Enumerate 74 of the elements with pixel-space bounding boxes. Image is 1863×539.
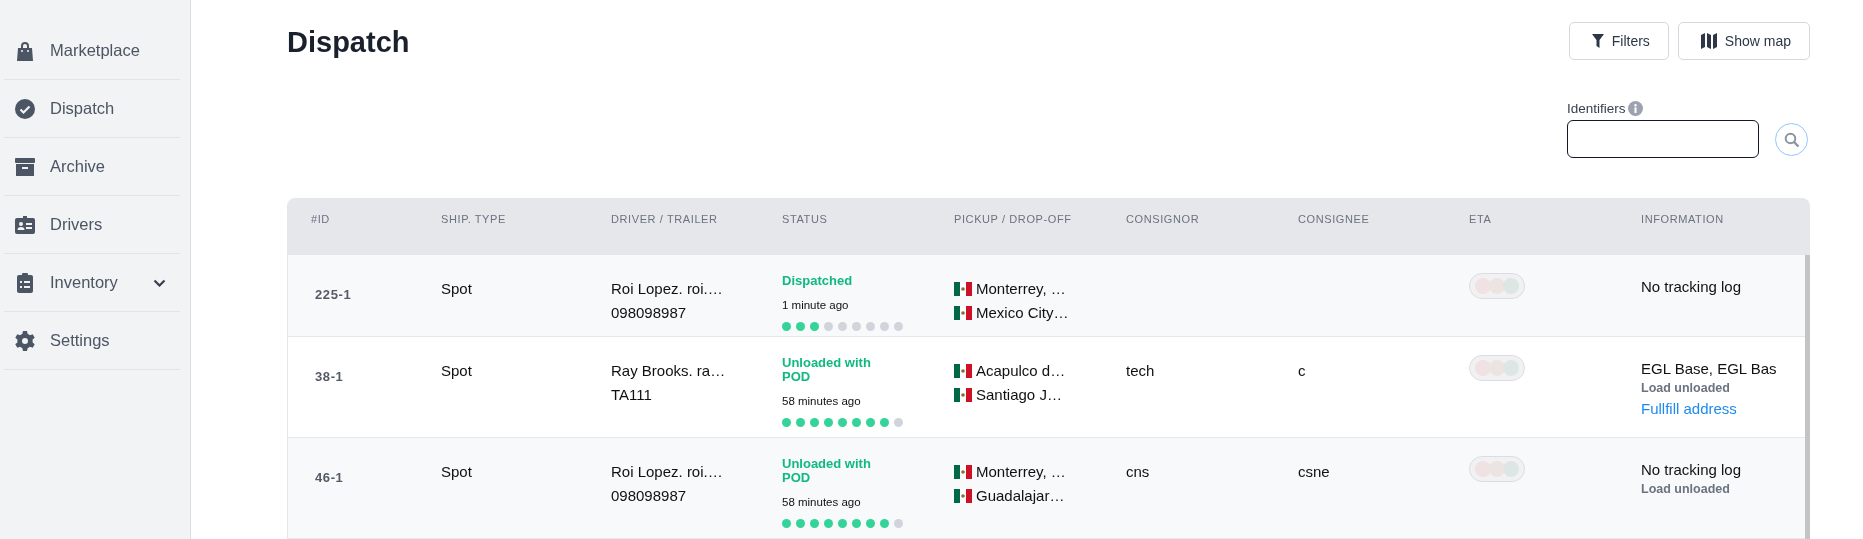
clipboard-icon [17,272,33,293]
driver-name: Ray Brooks. ra… [611,361,727,381]
info-note: Load unloaded [1641,481,1731,498]
info-text: No tracking log [1641,277,1743,297]
column-header: INFORMATION [1641,213,1724,225]
column-header: CONSIGNOR [1126,213,1200,225]
flag-icon [954,388,972,402]
dropoff-location: Guadalajar… [976,486,1065,506]
column-header: DRIVER / TRAILER [611,213,718,225]
table-cell: Spot [441,463,472,480]
sidebar-item[interactable]: Marketplace [4,22,180,80]
status-time: 58 minutes ago [782,395,861,407]
pickup-location: Monterrey, … [976,279,1066,299]
eta-light-icon [1469,355,1525,381]
status-time: 1 minute ago [782,299,849,311]
status-label: Unloaded with POD [782,356,872,384]
eta-light-icon [1469,456,1525,482]
info-note: Load unloaded [1641,380,1731,397]
pickup-location: Monterrey, … [976,462,1066,482]
toolbar-button[interactable]: Show map [1677,22,1810,60]
table-cell: 38-1 [315,369,344,384]
column-header: PICKUP / DROP-OFF [954,213,1072,225]
flag-icon [954,282,972,296]
driver-name: Roi Lopez. roi.… [611,279,724,299]
sidebar-item[interactable]: Dispatch [4,80,180,138]
column-header: SHIP. TYPE [441,213,506,225]
flag-icon [954,489,972,503]
status-label: Dispatched [782,274,854,288]
settings-icon [15,330,35,351]
pickup-location: Acapulco d… [976,361,1066,381]
search-icon [1783,131,1800,148]
table-cell: cns [1126,463,1150,480]
dropoff-location: Santiago J… [976,385,1062,405]
table-cell: c [1298,362,1306,379]
address-link[interactable]: Fullfill address [1641,398,1737,419]
driver-name: Roi Lopez. roi.… [611,462,724,482]
table-cell: Spot [441,280,472,297]
column-header: STATUS [782,213,828,225]
table-cell: 46-1 [315,470,344,485]
id-badge-icon [15,215,35,234]
sidebar-item[interactable]: Settings [4,312,180,370]
field-label: Identifiers [1567,101,1626,116]
eta-light-icon [1469,273,1525,299]
flag-icon [954,364,972,378]
column-header: ETA [1469,213,1492,225]
archive-box-icon [15,157,35,176]
status-time: 58 minutes ago [782,496,861,508]
sidebar-item[interactable]: Archive [4,138,180,196]
table-cell: Spot [441,362,472,379]
flag-icon [954,306,972,320]
trailer-number: TA111 [611,385,653,405]
column-header: #ID [311,213,330,225]
table-cell: csne [1298,463,1330,480]
info-text: EGL Base, EGL Bas [1641,359,1778,379]
search-field[interactable] [1567,120,1759,158]
info-text: No tracking log [1641,460,1743,480]
sidebar-item[interactable]: Drivers [4,196,180,254]
page-title: Dispatch [287,26,410,59]
table-cell: 225-1 [315,287,352,302]
trailer-number: 098098987 [611,486,688,506]
info-icon [1627,101,1643,116]
sidebar-item[interactable]: Inventory [4,254,180,312]
status-label: Unloaded with POD [782,457,872,485]
map-icon [1700,33,1717,49]
search-button[interactable] [1775,123,1808,156]
table-cell: tech [1126,362,1155,379]
trailer-number: 098098987 [611,303,688,323]
shopping-bag-icon [16,40,34,61]
dropoff-location: Mexico City… [976,303,1069,323]
check-circle-icon [15,98,35,119]
flag-icon [954,465,972,479]
filter-icon [1591,34,1604,48]
toolbar-button[interactable]: Filters [1568,22,1669,60]
column-header: CONSIGNEE [1298,213,1370,225]
